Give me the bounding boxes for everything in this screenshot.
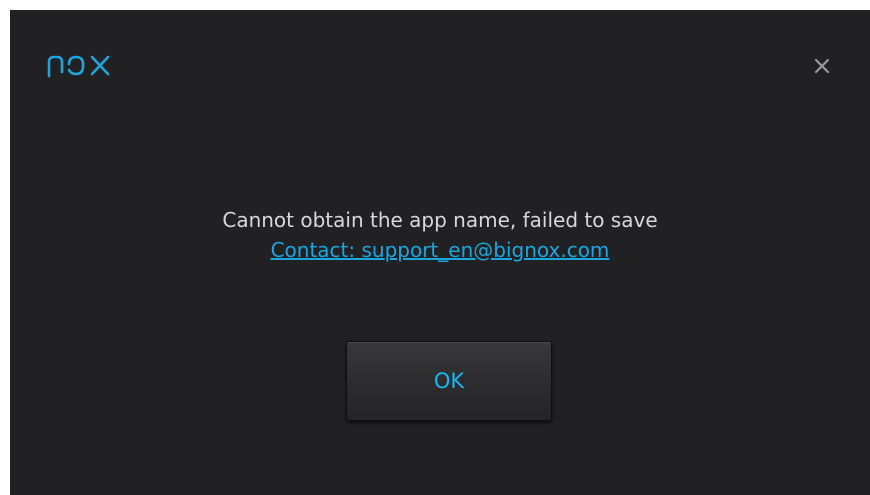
error-message: Cannot obtain the app name, failed to sa… xyxy=(222,208,658,232)
close-icon xyxy=(814,58,830,74)
close-button[interactable] xyxy=(808,52,836,80)
message-block: Cannot obtain the app name, failed to sa… xyxy=(10,205,870,265)
contact-link[interactable]: Contact: support_en@bignox.com xyxy=(271,238,610,262)
nox-logo xyxy=(46,52,118,80)
ok-button[interactable]: OK xyxy=(346,341,552,421)
nox-logo-icon xyxy=(47,55,110,78)
error-dialog: Cannot obtain the app name, failed to sa… xyxy=(10,10,870,495)
